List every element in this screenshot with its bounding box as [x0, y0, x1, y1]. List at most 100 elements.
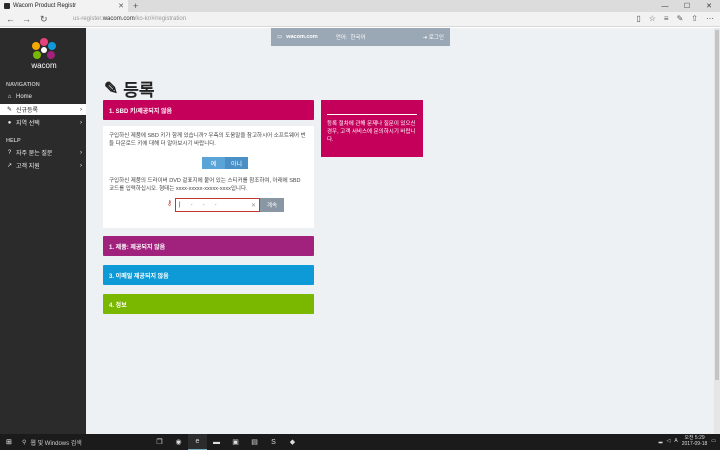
note-icon[interactable]: ✎ [677, 14, 684, 23]
forward-icon[interactable]: → [22, 14, 31, 24]
login-link[interactable]: ⇥ 로그인 [423, 33, 444, 41]
close-window-icon[interactable]: ✕ [698, 0, 720, 12]
sidebar-item-register[interactable]: ✎ 신규등록 › [0, 104, 86, 115]
step-product-header[interactable]: 1. 제품: 제공되지 않음 [103, 236, 314, 256]
page-title: ✎ 등록 [104, 76, 155, 101]
media-icon[interactable]: ▤ [245, 434, 264, 450]
chevron-right-icon: › [80, 119, 82, 126]
windows-start-icon[interactable]: ⊞ [6, 438, 12, 446]
minimize-icon[interactable]: — [654, 0, 676, 12]
help-box: 등록 절차에 관해 문제나 질문이 있으신 경우, 고객 서비스에 문의하시기 … [321, 100, 423, 157]
search-icon: ⚲ [22, 439, 27, 446]
sbd-panel: 구입하신 제품에 SBD 키가 함께 있습니까? 우측의 도움말을 참고하시어 … [103, 126, 314, 228]
refresh-icon[interactable]: ↻ [40, 14, 48, 25]
sbd-separator: - [202, 202, 205, 208]
globe-icon: ● [7, 119, 12, 126]
taskbar-search-placeholder: 웹 및 Windows 검색 [30, 440, 82, 447]
chevron-right-icon: › [80, 149, 82, 156]
wacom-link[interactable]: wacom.com [286, 34, 317, 40]
chrome-icon[interactable]: ◉ [169, 434, 188, 450]
chevron-right-icon: › [80, 106, 82, 113]
external-link-icon: ↗ [6, 163, 13, 169]
notifications-icon[interactable]: ▭ [711, 438, 716, 444]
scrollbar-thumb[interactable] [715, 30, 719, 380]
browser-tab[interactable]: Wacom Product Registr ✕ [0, 0, 128, 12]
share-icon[interactable]: ⇧ [691, 14, 698, 23]
pencil-icon: ✎ [6, 107, 13, 113]
key-icon: ⚷ [167, 200, 173, 207]
url-domain: wacom.com [102, 16, 135, 22]
help-heading: HELP [6, 138, 21, 144]
wacom-favicon-icon [4, 3, 10, 9]
address-bar: ← → ↻ us-register.wacom.com/ko-kr/#/regi… [0, 12, 720, 27]
more-icon[interactable]: ⋯ [706, 14, 714, 23]
pencil-icon: ✎ [104, 78, 119, 98]
url-field[interactable]: us-register.wacom.com/ko-kr/#/registrati… [73, 16, 186, 22]
maximize-icon[interactable]: ☐ [676, 0, 698, 12]
sidebar-item-label: Home [16, 93, 33, 100]
taskbar-search[interactable]: ⚲ 웹 및 Windows 검색 [18, 434, 148, 450]
tab-title: Wacom Product Registr [13, 3, 77, 9]
reading-view-icon[interactable]: ▯ [636, 14, 640, 23]
browser-tools: ▯ ☆ ≡ ✎ ⇧ ⋯ [636, 14, 714, 23]
help-text: 등록 절차에 관해 문제나 질문이 있으신 경우, 고객 서비스에 문의하시기 … [327, 121, 416, 143]
taskbar: ⊞ ⚲ 웹 및 Windows 검색 ❐ ◉ e ▬ ▣ ▤ S ◆ ▂ ◁ A… [0, 434, 720, 450]
close-tab-icon[interactable]: ✕ [118, 2, 124, 10]
top-bar: ▭ wacom.com 언어: 한국어 ⇥ 로그인 [271, 28, 450, 46]
url-prefix: us-register. [73, 16, 103, 22]
url-path: /ko-kr/#/registration [134, 16, 187, 22]
hub-icon[interactable]: ≡ [664, 14, 669, 23]
skype-icon[interactable]: S [264, 434, 283, 450]
clock[interactable]: 오전 5:29 2017-09-18 [682, 435, 708, 447]
taskbar-apps: ❐ ◉ e ▬ ▣ ▤ S ◆ [150, 434, 302, 450]
app-icon[interactable]: ◆ [283, 434, 302, 450]
continue-button[interactable]: 계속 [260, 198, 284, 212]
page-title-text: 등록 [123, 81, 155, 100]
step-info-header[interactable]: 4. 정보 [103, 294, 314, 314]
clock-date: 2017-09-18 [681, 441, 708, 447]
favorite-star-icon[interactable]: ☆ [649, 14, 656, 23]
sidebar-item-label: 고객 지원 [16, 164, 40, 170]
network-icon[interactable]: ▂ [659, 438, 663, 444]
language-selector[interactable]: 한국어 [350, 33, 365, 41]
nav-heading: NAVIGATION [6, 82, 40, 88]
logo-text: wacom [31, 61, 57, 70]
question-icon: ? [7, 149, 12, 156]
browser-tabbar: Wacom Product Registr ✕ + — ☐ ✕ [0, 0, 720, 12]
volume-icon[interactable]: ◁ [666, 438, 670, 444]
store-icon[interactable]: ▣ [226, 434, 245, 450]
monitor-icon: ▭ [277, 34, 283, 40]
new-tab-icon[interactable]: + [133, 1, 138, 11]
yes-button[interactable]: 예 [202, 157, 225, 169]
sidebar: wacom NAVIGATION ⌂ Home ✎ 신규등록 › ● 지역 선택… [0, 28, 86, 434]
back-icon[interactable]: ← [6, 14, 15, 24]
no-button[interactable]: 아니 [225, 157, 248, 169]
login-label: 로그인 [428, 35, 444, 41]
window-controls: — ☐ ✕ [654, 0, 720, 12]
sidebar-item-label: 신규등록 [16, 108, 39, 114]
help-divider [327, 114, 417, 115]
sidebar-item-region[interactable]: ● 지역 선택 › [0, 117, 86, 128]
clear-input-icon[interactable]: ✕ [251, 202, 256, 209]
sbd-instruction-text: 구입하신 제품의 드라이버 DVD 겉표지에 붙어 있는 스티커를 참조하여, … [109, 178, 301, 192]
task-view-icon[interactable]: ❐ [150, 434, 169, 450]
vertical-scrollbar[interactable] [714, 28, 720, 434]
step-sbd-header[interactable]: 1. SBD 키/제공되지 않음 [103, 100, 314, 120]
sidebar-item-home[interactable]: ⌂ Home [0, 91, 86, 102]
main-content: ▭ wacom.com 언어: 한국어 ⇥ 로그인 ✎ 등록 1. SBD 키/… [86, 28, 714, 434]
system-tray: ▂ ◁ A 오전 5:29 2017-09-18 ▭ [659, 435, 716, 447]
yes-no-toggle: 예 아니 [202, 157, 248, 169]
sidebar-item-faq[interactable]: ? 자주 묻는 질문 › [0, 147, 86, 158]
sbd-code-input[interactable]: | - - - ✕ [175, 198, 260, 212]
ime-icon[interactable]: A [674, 438, 677, 444]
sidebar-item-label: 지역 선택 [16, 121, 40, 127]
file-explorer-icon[interactable]: ▬ [207, 434, 226, 450]
sbd-question-text: 구입하신 제품에 SBD 키가 함께 있습니까? 우측의 도움말을 참고하시어 … [109, 133, 306, 147]
text-cursor: | [179, 202, 181, 208]
sbd-separator: - [190, 202, 193, 208]
sidebar-item-support[interactable]: ↗ 고객 지원 › [0, 160, 86, 171]
sbd-separator: - [214, 202, 217, 208]
language-label: 언어: [335, 35, 348, 41]
step-email-header[interactable]: 3. 이메일 제공되지 않음 [103, 265, 314, 285]
edge-icon[interactable]: e [188, 434, 207, 450]
